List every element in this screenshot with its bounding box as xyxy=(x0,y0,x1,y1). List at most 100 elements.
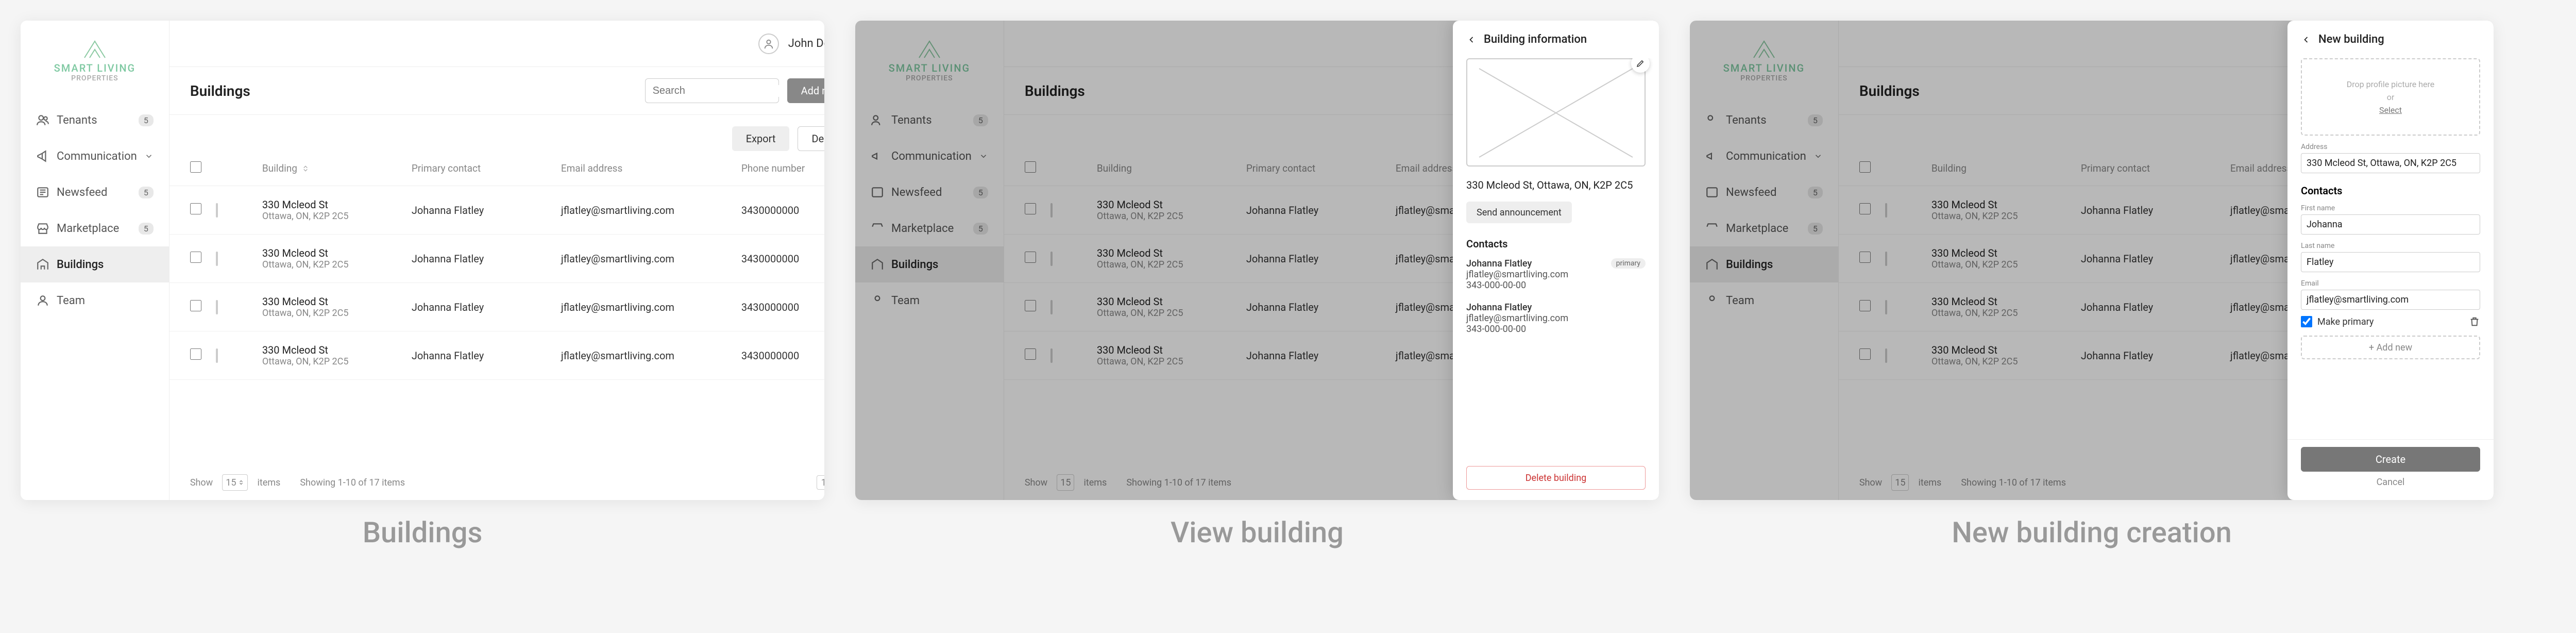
badge: 5 xyxy=(139,223,154,235)
users-icon xyxy=(36,113,49,127)
create-button[interactable]: Create xyxy=(2301,447,2480,472)
contact-item: Johanna Flatley jflatley@smartliving.com… xyxy=(1466,302,1646,335)
contact-email: jflatley@smartliving.com xyxy=(1466,269,1646,280)
send-announcement-button[interactable]: Send announcement xyxy=(1466,202,1572,223)
sidebar-item-label: Newsfeed xyxy=(57,186,107,199)
row-email: jflatley@smartliving.com xyxy=(561,253,736,265)
brand-sub: PROPERTIES xyxy=(71,74,118,82)
screen-view-building: SMART LIVINGPROPERTIES Tenants5 Communic… xyxy=(855,21,1659,500)
image-dropzone[interactable]: Drop profile picture here or Select xyxy=(2301,58,2480,136)
sidebar-item-label: Communication xyxy=(57,150,137,163)
row-checkbox[interactable] xyxy=(190,203,201,214)
last-name-label: Last name xyxy=(2301,242,2480,250)
brand-name: SMART LIVING xyxy=(54,62,136,74)
contact-phone: 343-000-00-00 xyxy=(1466,280,1646,291)
row-email: jflatley@smartliving.com xyxy=(561,204,736,216)
first-name-field[interactable]: Johanna xyxy=(2301,214,2480,235)
main-content: John Doe Buildings Add new Export Delete… xyxy=(170,21,824,500)
sidebar-item-tenants[interactable]: Tenants 5 xyxy=(21,102,169,138)
row-address: 330 Mcleod StOttawa, ON, K2P 2C5 xyxy=(262,198,349,222)
row-contact: Johanna Flatley xyxy=(412,301,556,313)
column-phone[interactable]: Phone number xyxy=(741,162,824,174)
contacts-heading: Contacts xyxy=(2301,185,2480,197)
delete-button[interactable]: Delete xyxy=(798,126,824,151)
add-contact-button[interactable]: + Add new xyxy=(2301,336,2480,359)
table-header: Building Primary contact Email address P… xyxy=(170,151,824,186)
primary-chip: primary xyxy=(1611,258,1646,269)
megaphone-icon xyxy=(36,149,49,163)
row-phone: 3430000000 xyxy=(741,253,824,265)
row-phone: 3430000000 xyxy=(741,204,824,216)
arrow-left-icon[interactable] xyxy=(1466,35,1477,45)
row-contact: Johanna Flatley xyxy=(412,349,556,362)
add-new-button[interactable]: Add new xyxy=(787,78,824,103)
sidebar-nav: Tenants 5 Communication Newsfeed 5 Marke… xyxy=(21,98,169,319)
row-checkbox[interactable] xyxy=(190,252,201,263)
badge: 5 xyxy=(139,187,154,198)
building-image-placeholder xyxy=(1466,58,1646,166)
avatar[interactable] xyxy=(758,34,779,54)
make-primary-checkbox[interactable] xyxy=(2301,316,2312,327)
row-contact: Johanna Flatley xyxy=(412,253,556,265)
sidebar-item-communication[interactable]: Communication xyxy=(21,138,169,174)
new-building-panel: New building Drop profile picture here o… xyxy=(2287,21,2494,500)
delete-building-button[interactable]: Delete building xyxy=(1466,466,1646,490)
pager-range: Showing 1-10 of 17 items xyxy=(300,477,405,488)
search-input[interactable] xyxy=(653,85,789,97)
pencil-icon xyxy=(1636,59,1645,68)
address-label: Address xyxy=(2301,143,2480,151)
select-all-checkbox[interactable] xyxy=(190,161,201,173)
email-field[interactable]: jflatley@smartliving.com xyxy=(2301,290,2480,310)
first-name-label: First name xyxy=(2301,204,2480,212)
row-address: 330 Mcleod StOttawa, ON, K2P 2C5 xyxy=(262,344,349,367)
sidebar-item-marketplace[interactable]: Marketplace 5 xyxy=(21,210,169,246)
image-placeholder-icon xyxy=(216,203,218,218)
row-email: jflatley@smartliving.com xyxy=(561,349,736,362)
last-name-field[interactable]: Flatley xyxy=(2301,252,2480,272)
row-checkbox[interactable] xyxy=(190,300,201,311)
table-row[interactable]: 330 Mcleod StOttawa, ON, K2P 2C5Johanna … xyxy=(170,283,824,331)
sidebar-item-team[interactable]: Team xyxy=(21,282,169,319)
drop-text: Drop profile picture here xyxy=(2347,79,2435,89)
image-placeholder-icon xyxy=(216,300,218,314)
image-placeholder-icon xyxy=(216,348,218,363)
sidebar-item-newsfeed[interactable]: Newsfeed 5 xyxy=(21,174,169,210)
row-phone: 3430000000 xyxy=(741,301,824,313)
top-bar: John Doe xyxy=(170,21,824,67)
cancel-button[interactable]: Cancel xyxy=(2301,472,2480,493)
column-primary[interactable]: Primary contact xyxy=(412,162,556,174)
panel-header: Building information xyxy=(1453,21,1659,58)
drop-or: or xyxy=(2387,92,2395,102)
sidebar: SMART LIVING PROPERTIES Tenants 5 Commun… xyxy=(21,21,170,500)
sidebar-item-label: Tenants xyxy=(57,114,97,127)
arrow-left-icon[interactable] xyxy=(2301,35,2311,45)
store-icon xyxy=(36,222,49,235)
table-row[interactable]: 330 Mcleod StOttawa, ON, K2P 2C5 Johanna … xyxy=(170,186,824,235)
sidebar-item-label: Buildings xyxy=(57,258,104,271)
email-label: Email xyxy=(2301,279,2480,288)
search-box[interactable] xyxy=(645,78,779,103)
select-file-link[interactable]: Select xyxy=(2379,105,2402,115)
pager-show: Show xyxy=(190,477,213,488)
user-name: John Doe xyxy=(788,37,824,50)
pagination: Show 15 items Showing 1-10 of 17 items 1… xyxy=(170,465,824,500)
address-field[interactable]: 330 Mcleod St, Ottawa, ON, K2P 2C5 xyxy=(2301,153,2480,173)
contacts-heading: Contacts xyxy=(1466,238,1646,250)
trash-icon[interactable] xyxy=(2469,316,2480,327)
column-building[interactable]: Building xyxy=(262,162,297,174)
caption: View building xyxy=(1171,515,1344,549)
table-row[interactable]: 330 Mcleod StOttawa, ON, K2P 2C5Johanna … xyxy=(170,235,824,283)
row-checkbox[interactable] xyxy=(190,348,201,360)
row-contact: Johanna Flatley xyxy=(412,204,556,216)
page-size-select[interactable]: 15 xyxy=(222,474,248,491)
sort-icon[interactable] xyxy=(301,164,310,173)
page-header: Buildings Add new xyxy=(170,67,824,115)
badge: 5 xyxy=(139,114,154,126)
panel-title: New building xyxy=(2318,33,2384,46)
export-button[interactable]: Export xyxy=(732,126,790,151)
pager-page-1[interactable]: 1 xyxy=(817,475,824,490)
sidebar-item-buildings[interactable]: Buildings xyxy=(21,246,169,282)
row-email: jflatley@smartliving.com xyxy=(561,301,736,313)
column-email[interactable]: Email address xyxy=(561,162,736,174)
table-row[interactable]: 330 Mcleod StOttawa, ON, K2P 2C5 Johanna … xyxy=(170,331,824,380)
